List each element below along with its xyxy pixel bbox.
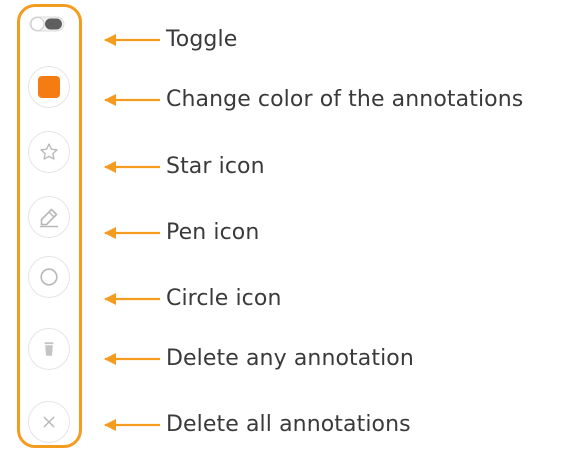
change-color-button[interactable] — [28, 66, 70, 108]
arrow-left-icon — [104, 94, 160, 106]
arrow-left-icon — [104, 227, 160, 239]
toggle-icon — [29, 16, 65, 32]
circle-icon — [40, 268, 58, 286]
arrow-left-icon — [104, 34, 160, 46]
delete-annotation-label: Delete any annotation — [166, 346, 414, 371]
arrow-left-icon — [104, 161, 160, 173]
circle-tool-button[interactable] — [28, 256, 70, 298]
star-tool-button[interactable] — [28, 131, 70, 173]
pen-icon — [40, 208, 58, 228]
pen-label: Pen icon — [166, 220, 260, 245]
star-icon — [40, 143, 58, 160]
trash-icon — [44, 342, 54, 356]
arrow-left-icon — [104, 419, 160, 431]
toggle-label: Toggle — [166, 27, 238, 52]
change-color-label: Change color of the annotations — [166, 87, 524, 112]
arrow-left-icon — [104, 293, 160, 305]
close-icon — [43, 416, 55, 428]
delete-all-button[interactable] — [28, 401, 70, 443]
arrow-left-icon — [104, 353, 160, 365]
pen-tool-button[interactable] — [28, 196, 70, 238]
color-swatch-icon — [38, 76, 60, 98]
star-label: Star icon — [166, 154, 265, 179]
toggle-switch[interactable] — [28, 14, 68, 34]
delete-annotation-button[interactable] — [28, 328, 70, 370]
delete-all-label: Delete all annotations — [166, 412, 411, 437]
circle-label: Circle icon — [166, 286, 282, 311]
